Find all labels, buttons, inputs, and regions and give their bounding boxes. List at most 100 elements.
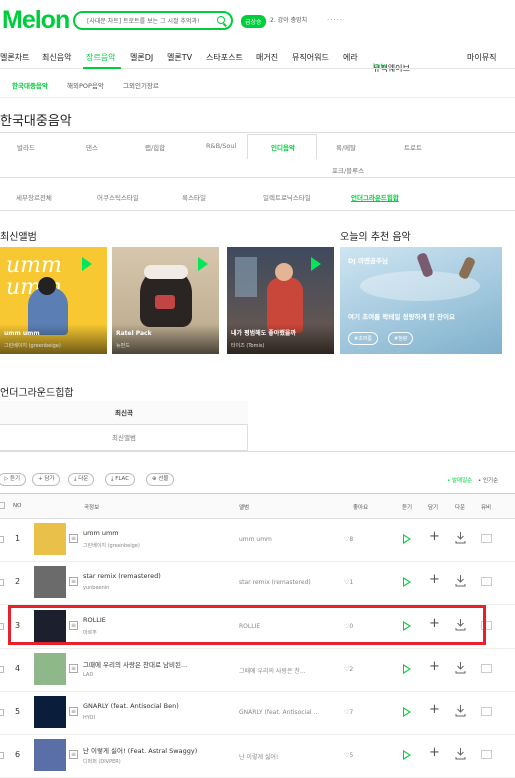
song-info-icon[interactable]: ≡ <box>69 534 78 543</box>
add-icon[interactable]: + <box>429 746 440 759</box>
add-icon[interactable]: + <box>429 530 440 543</box>
play-icon[interactable] <box>403 750 411 760</box>
nav-mymusic[interactable]: 마이뮤직 <box>467 52 496 63</box>
song-title[interactable]: 그때에 우리의 사랑은 찬대로 남비된... <box>83 659 187 669</box>
select-all-checkbox[interactable] <box>0 502 5 509</box>
play-icon[interactable] <box>403 707 411 717</box>
rec-tag[interactable]: #초여름 <box>348 332 378 345</box>
flac-button[interactable]: ⤓ FLAC <box>105 473 136 486</box>
song-artist[interactable]: HYOI <box>83 715 95 721</box>
play-icon[interactable] <box>403 534 411 544</box>
genre-tab-rock[interactable]: 록/메탈 <box>336 142 356 152</box>
genre-tab-rnb[interactable]: R&B/Soul <box>206 142 236 150</box>
mv-icon[interactable] <box>481 750 492 759</box>
sort-popular[interactable]: • 인기순 <box>478 476 498 484</box>
album-thumbnail[interactable] <box>34 696 66 728</box>
search-input[interactable]: [사대문 차트] 트로트를 보는 그 시절 추억과! <box>73 11 233 30</box>
album-card-1[interactable]: umm umm umm umm 그린베이지 (greenbeige) <box>0 247 107 354</box>
song-info-icon[interactable]: ≡ <box>69 707 78 716</box>
genre-tab-dance[interactable]: 댄스 <box>86 142 98 152</box>
genre-tab-trot[interactable]: 트로트 <box>404 142 422 152</box>
song-info-icon[interactable]: ≡ <box>69 664 78 673</box>
nav-genre[interactable]: 장르음악 <box>86 52 115 63</box>
song-album[interactable]: 그때에 우리의 사랑은 찬... <box>239 666 306 675</box>
subgenre-underground-hiphop[interactable]: 언더그라운드힙합 <box>351 192 399 202</box>
row-checkbox[interactable] <box>0 709 4 716</box>
row-checkbox[interactable] <box>0 579 4 586</box>
nav-magazine[interactable]: 매거진 <box>256 52 278 63</box>
like-button[interactable]: ♡7 <box>344 709 353 716</box>
add-button[interactable]: + 담기 <box>32 473 61 486</box>
mv-icon[interactable] <box>481 577 492 586</box>
album-thumbnail[interactable] <box>34 566 66 598</box>
download-icon[interactable] <box>455 574 466 587</box>
hot-keyword[interactable]: 2. 강이 충망치 <box>270 15 307 24</box>
row-checkbox[interactable] <box>0 752 4 759</box>
album-thumbnail[interactable] <box>34 523 66 555</box>
like-button[interactable]: ♡1 <box>344 579 353 586</box>
row-checkbox[interactable] <box>0 623 4 630</box>
album-card-3[interactable]: 내가 평범해도 좋아했을까 타이즈 (Tomis) <box>227 247 334 354</box>
song-title[interactable]: umm umm <box>83 529 119 537</box>
add-icon[interactable]: + <box>429 573 440 586</box>
rec-dj-name[interactable]: DJ 마멘공주님 <box>348 255 388 265</box>
download-icon[interactable] <box>455 661 466 674</box>
nav-award[interactable]: 뮤직어워드 <box>292 52 329 63</box>
mv-icon[interactable] <box>481 664 492 673</box>
play-icon[interactable] <box>198 257 208 271</box>
song-title[interactable]: 난 이렇게 싫어! (Feat. Astral Swaggy) <box>83 745 197 755</box>
subnav-pop[interactable]: 해외POP음악 <box>67 80 104 90</box>
listen-button[interactable]: ▷ 듣기 <box>0 473 27 486</box>
tab-latest-album[interactable]: 최신앨범 <box>0 425 248 451</box>
song-title[interactable]: GNARLY (feat. Antisocial Ben) <box>83 702 179 710</box>
play-icon[interactable] <box>403 664 411 674</box>
genre-tab-folk[interactable]: 포크/블루스 <box>332 165 364 175</box>
album-thumbnail[interactable] <box>34 739 66 771</box>
subgenre-rock[interactable]: 록스타일 <box>182 192 206 202</box>
download-icon[interactable] <box>455 531 466 544</box>
song-artist[interactable]: 디퍼퍼 (DIVPER) <box>83 758 121 765</box>
nav-tv[interactable]: 멜론TV <box>167 52 192 63</box>
nav-starpost[interactable]: 스타포스트 <box>206 52 243 63</box>
nav-new[interactable]: 최신음악 <box>42 52 71 63</box>
subgenre-electronic[interactable]: 일렉트로닉스타일 <box>263 192 311 202</box>
row-checkbox[interactable] <box>0 666 4 673</box>
nav-era[interactable]: 에라 <box>343 52 358 63</box>
nav-chart[interactable]: 멜론차트 <box>0 52 29 63</box>
song-info-icon[interactable]: ≡ <box>69 750 78 759</box>
subgenre-all[interactable]: 세부장르전체 <box>16 192 52 202</box>
gift-button[interactable]: ⊕ 선물 <box>146 473 175 486</box>
song-artist[interactable]: yunbeenin <box>83 585 109 591</box>
genre-tab-ballad[interactable]: 발라드 <box>17 142 35 152</box>
song-title[interactable]: star remix (remastered) <box>83 572 161 580</box>
song-album[interactable]: umm umm <box>239 536 272 543</box>
row-checkbox[interactable] <box>0 536 4 543</box>
song-info-icon[interactable]: ≡ <box>69 577 78 586</box>
sort-date[interactable]: • 발매일순 <box>447 476 472 484</box>
song-album[interactable]: 난 이렇게 싫어! <box>239 752 278 761</box>
play-icon[interactable] <box>82 257 92 271</box>
more-dots-icon[interactable]: ····· <box>327 16 343 24</box>
song-album[interactable]: GNARLY (feat. Antisocial ... <box>239 709 319 716</box>
subnav-kpop[interactable]: 한국대중음악 <box>12 80 48 90</box>
subgenre-acoustic[interactable]: 어쿠스틱스타일 <box>97 192 139 202</box>
song-artist[interactable]: 그린베이지 (greenbeige) <box>83 542 140 549</box>
genre-tab-indie[interactable]: 인디음악 <box>271 142 295 152</box>
rec-tag[interactable]: #청량 <box>388 332 414 345</box>
genre-tab-hiphop[interactable]: 랩/힙합 <box>145 142 165 152</box>
recommend-card[interactable]: DJ 마멘공주님 여기 초여름 락테일 청량하게 한 잔이요 #초여름 #청량 <box>340 247 502 354</box>
download-icon[interactable] <box>455 747 466 760</box>
mv-icon[interactable] <box>481 534 492 543</box>
like-button[interactable]: ♡5 <box>344 752 353 759</box>
album-thumbnail[interactable] <box>34 653 66 685</box>
add-icon[interactable]: + <box>429 660 440 673</box>
album-card-2[interactable]: Ratel Pack 뉴펀드 <box>112 247 219 354</box>
add-icon[interactable]: + <box>429 703 440 716</box>
song-album[interactable]: star remix (remastered) <box>239 579 311 586</box>
subnav-other[interactable]: 그외인기장르 <box>123 80 159 90</box>
play-icon[interactable] <box>311 257 321 271</box>
search-icon[interactable] <box>217 16 225 24</box>
melon-logo[interactable]: Melon <box>2 6 70 35</box>
song-artist[interactable]: LAD <box>83 672 93 678</box>
tab-latest-song[interactable]: 최신곡 <box>0 401 248 425</box>
